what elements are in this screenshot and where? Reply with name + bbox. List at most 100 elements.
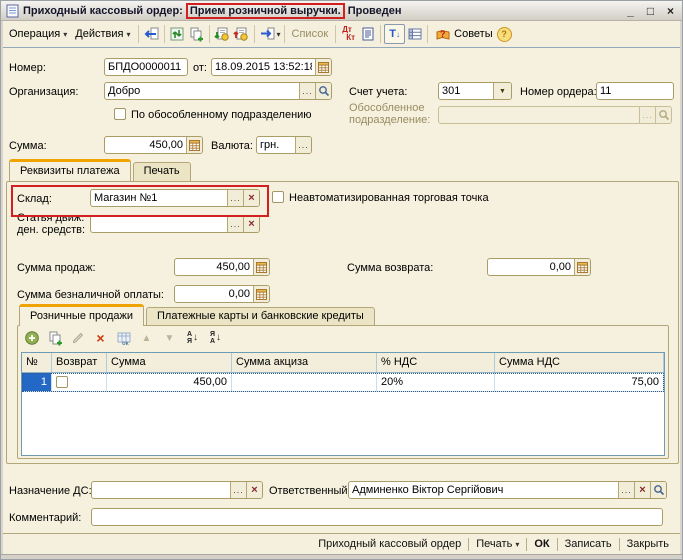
number-input[interactable] [105, 59, 187, 75]
select-button[interactable]: ... [227, 216, 243, 232]
vat-percent-cell[interactable]: 20% [377, 373, 495, 392]
end-edit-icon[interactable]: ок [114, 329, 133, 347]
order-number-field[interactable] [596, 82, 674, 100]
currency-field[interactable]: ... [256, 136, 312, 154]
return-sum-field[interactable] [487, 258, 591, 276]
date-input[interactable] [212, 59, 315, 75]
select-button[interactable]: ... [295, 137, 311, 153]
sales-sum-field[interactable] [174, 258, 270, 276]
calendar-button[interactable] [315, 59, 331, 75]
return-cell[interactable] [52, 373, 107, 392]
sum-cell[interactable]: 450,00 [107, 373, 232, 392]
sum-label: Сумма: [9, 140, 47, 153]
copy-row-icon[interactable] [45, 329, 64, 347]
return-sum-input[interactable] [488, 259, 574, 275]
post-document-icon[interactable] [142, 25, 161, 43]
excise-cell[interactable] [232, 373, 377, 392]
clear-icon[interactable]: × [243, 190, 259, 206]
columns-icon[interactable] [405, 25, 424, 43]
cash-expense-icon[interactable] [232, 25, 251, 43]
cashflow-item-input[interactable] [91, 216, 227, 232]
goto-icon[interactable] [258, 25, 277, 43]
responsible-field[interactable]: ... × [348, 481, 667, 499]
print-button[interactable]: Печать▾ [469, 538, 526, 550]
comment-input[interactable] [92, 509, 662, 525]
calculator-button[interactable] [253, 259, 269, 275]
search-icon[interactable] [650, 482, 666, 498]
search-icon[interactable] [315, 83, 331, 99]
close-button[interactable]: Закрыть [620, 538, 676, 550]
calculator-button[interactable] [186, 137, 202, 153]
purpose-field[interactable]: ... × [91, 481, 263, 499]
cashless-sum-field[interactable] [174, 285, 270, 303]
return-checkbox[interactable] [56, 376, 68, 388]
cashflow-item-field[interactable]: ... × [90, 215, 260, 233]
tips-button[interactable]: ? Советы [431, 24, 496, 44]
order-number-input[interactable] [597, 83, 673, 99]
structure-icon[interactable]: Т↓ [384, 24, 405, 44]
warehouse-input[interactable] [91, 190, 227, 206]
delete-row-icon[interactable]: × [91, 329, 110, 347]
add-row-icon[interactable] [22, 329, 41, 347]
clear-icon[interactable]: × [634, 482, 650, 498]
maximize-icon[interactable]: □ [644, 4, 657, 18]
account-field[interactable]: ▼ [438, 82, 512, 100]
manual-outlet-checkbox[interactable] [272, 191, 284, 203]
cashless-sum-input[interactable] [175, 286, 253, 302]
close-icon[interactable]: × [664, 4, 677, 18]
clear-icon[interactable]: × [246, 482, 262, 498]
account-input[interactable] [439, 83, 493, 99]
select-button[interactable]: ... [230, 482, 246, 498]
clear-icon[interactable]: × [243, 216, 259, 232]
row-number-cell[interactable]: 1 [22, 373, 52, 392]
responsible-input[interactable] [349, 482, 618, 498]
help-icon[interactable]: ? [497, 27, 512, 42]
number-field[interactable] [104, 58, 188, 76]
doc-type-button[interactable]: Приходный кассовый ордер [311, 538, 468, 550]
copy-document-icon[interactable] [187, 25, 206, 43]
edit-row-icon[interactable] [68, 329, 87, 347]
move-up-icon[interactable]: ▲ [137, 329, 156, 347]
select-button[interactable]: ... [299, 83, 315, 99]
calculator-button[interactable] [253, 286, 269, 302]
dtkt-postings-icon[interactable]: ДтКт [339, 25, 358, 43]
ok-button[interactable]: ОК [527, 538, 556, 550]
organization-input[interactable] [105, 83, 299, 99]
actions-menu-button[interactable]: Действия▾ [71, 24, 134, 44]
minimize-icon[interactable]: _ [624, 4, 637, 18]
warehouse-field[interactable]: ... × [90, 189, 260, 207]
select-button[interactable]: ... [618, 482, 634, 498]
list-button[interactable]: Список [288, 24, 333, 44]
report-icon[interactable] [358, 25, 377, 43]
move-down-icon[interactable]: ▼ [160, 329, 179, 347]
sort-ascending-icon[interactable]: АЯ ↓ [183, 329, 202, 347]
organization-field[interactable]: ... [104, 82, 332, 100]
window-controls: _ □ × [624, 4, 677, 18]
by-separate-unit-checkbox[interactable] [114, 108, 126, 120]
tab-payment-details[interactable]: Реквизиты платежа [9, 159, 131, 181]
write-button[interactable]: Записать [558, 538, 619, 550]
dropdown-button[interactable]: ▼ [493, 83, 511, 99]
tab-payment-cards[interactable]: Платежные карты и банковские кредиты [146, 307, 375, 326]
refresh-icon[interactable] [168, 25, 187, 43]
sum-input[interactable] [105, 137, 186, 153]
sort-descending-icon[interactable]: ЯА ↓ [206, 329, 225, 347]
tab-retail-sales[interactable]: Розничные продажи [19, 304, 144, 326]
currency-input[interactable] [257, 137, 295, 153]
select-button[interactable]: ... [227, 190, 243, 206]
sum-field[interactable] [104, 136, 203, 154]
table-row[interactable]: 1 450,00 20% 75,00 [22, 373, 664, 392]
tab-print[interactable]: Печать [133, 162, 191, 181]
date-field[interactable] [211, 58, 332, 76]
operation-menu-button[interactable]: Операция▾ [5, 24, 71, 44]
calculator-button[interactable] [574, 259, 590, 275]
account-label: Счет учета: [349, 86, 407, 99]
comment-field[interactable] [91, 508, 663, 526]
vat-sum-cell[interactable]: 75,00 [495, 373, 664, 392]
sales-sum-input[interactable] [175, 259, 253, 275]
purpose-input[interactable] [92, 482, 230, 498]
cashflow-item-label-line1: Статья движ. [17, 212, 85, 224]
chevron-down-icon[interactable]: ▾ [277, 30, 281, 39]
title-status: Проведен [348, 5, 402, 17]
cash-receipt-icon[interactable] [213, 25, 232, 43]
